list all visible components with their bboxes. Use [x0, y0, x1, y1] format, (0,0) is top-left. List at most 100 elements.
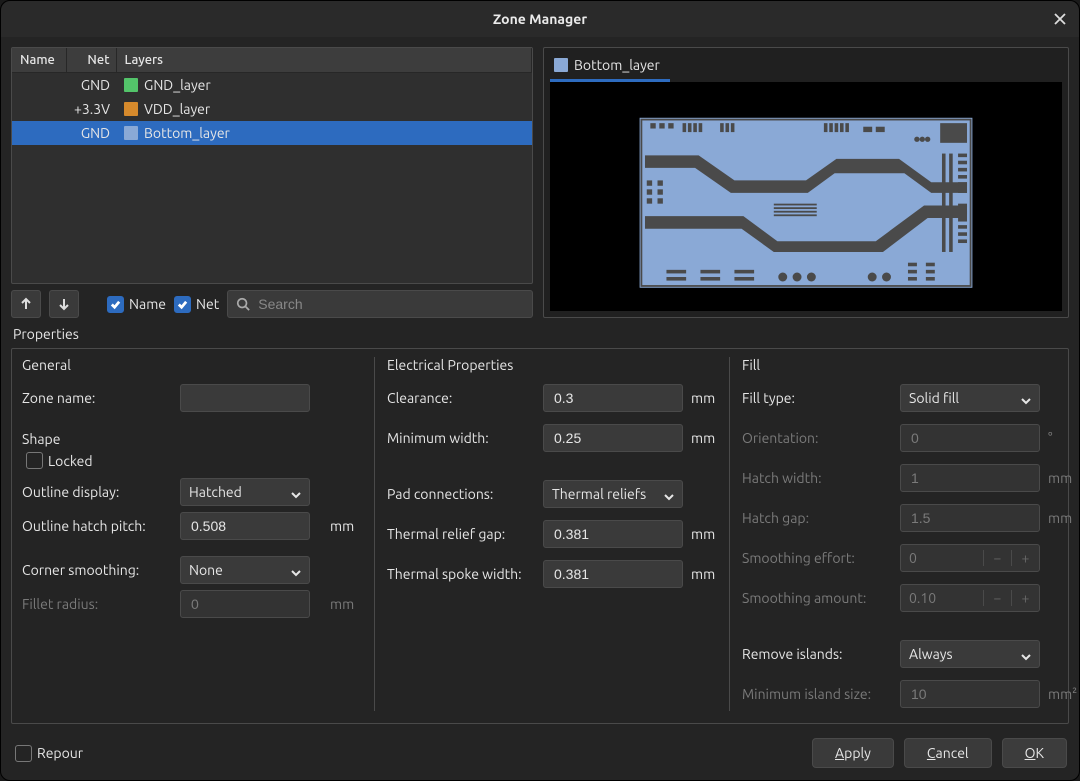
general-heading: General	[22, 357, 362, 375]
layer-swatch-icon	[124, 126, 138, 140]
ok-button[interactable]: OK	[1002, 738, 1067, 768]
layer-name: Bottom_layer	[144, 125, 230, 141]
zone-table[interactable]: Name Net Layers GNDGND_layer+3.3V VDD_lay…	[11, 47, 533, 284]
properties-panel: General Zone name: Shape Locked Outline …	[11, 348, 1069, 724]
filter-net-checkbox[interactable]: Net	[174, 296, 219, 313]
unit-mm: mm	[330, 596, 362, 612]
clearance-label: Clearance:	[387, 390, 535, 406]
layer-swatch-icon	[554, 58, 568, 72]
unit-mm: mm	[691, 566, 723, 582]
outline-display-label: Outline display:	[22, 484, 172, 500]
unit-mm: mm	[1048, 470, 1079, 486]
separator	[374, 357, 375, 711]
chevron-down-icon	[291, 487, 301, 497]
smoothing-effort-spinner: 0 − +	[900, 544, 1040, 572]
corner-smoothing-label: Corner smoothing:	[22, 562, 172, 578]
col-header-layers[interactable]: Layers	[116, 48, 531, 73]
smoothing-amount-label: Smoothing amount:	[742, 590, 892, 606]
thermal-relief-gap-input[interactable]	[543, 520, 683, 548]
filter-name-checkbox[interactable]: Name	[107, 296, 166, 313]
hatch-gap-input	[900, 504, 1040, 532]
zone-manager-window: Zone Manager Name Net Layers GNDGND_laye…	[0, 0, 1080, 781]
table-row[interactable]: +3.3V VDD_layer	[12, 97, 532, 121]
corner-smoothing-select[interactable]: None	[180, 556, 310, 584]
preview-tab[interactable]: Bottom_layer	[550, 52, 670, 82]
fillet-radius-input	[180, 590, 310, 618]
chevron-down-icon	[1021, 393, 1031, 403]
arrow-up-icon	[19, 297, 33, 311]
unit-mm: mm	[1048, 510, 1079, 526]
cell-name	[12, 121, 66, 145]
minus-icon: −	[983, 550, 1011, 566]
pad-connections-select[interactable]: Thermal reliefs	[543, 480, 683, 508]
layer-swatch-icon	[124, 78, 138, 92]
thermal-spoke-width-input[interactable]	[543, 560, 683, 588]
zone-list-controls: Name Net	[11, 290, 533, 318]
preview-tab-label: Bottom_layer	[574, 57, 660, 73]
filter-net-label: Net	[196, 296, 219, 312]
close-button[interactable]	[1047, 6, 1073, 32]
electrical-column: Electrical Properties Clearance: mm Mini…	[387, 357, 717, 711]
cell-layer: GND_layer	[116, 73, 531, 98]
separator	[729, 357, 730, 711]
move-down-button[interactable]	[49, 290, 79, 318]
cell-layer: Bottom_layer	[116, 121, 531, 145]
cell-name	[12, 97, 66, 121]
arrow-down-icon	[57, 297, 71, 311]
repour-checkbox[interactable]: Repour	[15, 745, 83, 762]
zone-list-panel: Name Net Layers GNDGND_layer+3.3V VDD_lay…	[11, 47, 533, 318]
titlebar: Zone Manager	[1, 1, 1079, 37]
unit-mm: mm	[691, 390, 723, 406]
clearance-input[interactable]	[543, 384, 683, 412]
properties-heading: Properties	[11, 324, 1069, 342]
close-icon	[1053, 12, 1067, 26]
cell-name	[12, 73, 66, 98]
shape-heading: Shape	[22, 431, 362, 449]
unit-deg: °	[1048, 430, 1079, 446]
unit-mm: mm	[691, 430, 723, 446]
table-row[interactable]: GND Bottom_layer	[12, 121, 532, 145]
orientation-input	[900, 424, 1040, 452]
cell-net: +3.3V	[66, 97, 116, 121]
cancel-button[interactable]: Cancel	[904, 738, 992, 768]
orientation-label: Orientation:	[742, 430, 892, 446]
preview-panel: Bottom_layer	[543, 47, 1069, 318]
min-width-input[interactable]	[543, 424, 683, 452]
apply-button[interactable]: Apply	[812, 738, 894, 768]
col-header-name[interactable]: Name	[12, 48, 66, 73]
fillet-radius-label: Fillet radius:	[22, 596, 172, 612]
checkbox-icon	[107, 296, 124, 313]
zone-name-input[interactable]	[180, 384, 310, 412]
fill-type-select[interactable]: Solid fill	[900, 384, 1040, 412]
locked-checkbox[interactable]: Locked	[26, 452, 362, 469]
chevron-down-icon	[664, 489, 674, 499]
pcb-preview-canvas[interactable]	[550, 82, 1062, 311]
unit-mm: mm	[691, 526, 723, 542]
search-input[interactable]	[227, 290, 533, 318]
checkbox-icon	[15, 745, 32, 762]
zone-name-label: Zone name:	[22, 390, 172, 406]
fill-column: Fill Fill type: Solid fill Orientation: …	[742, 357, 1079, 711]
min-island-size-input	[900, 680, 1040, 708]
layer-name: VDD_layer	[144, 101, 210, 117]
fill-type-label: Fill type:	[742, 390, 892, 406]
move-up-button[interactable]	[11, 290, 41, 318]
cell-net: GND	[66, 121, 116, 145]
pad-connections-label: Pad connections:	[387, 486, 535, 502]
hatch-width-input	[900, 464, 1040, 492]
outline-hatch-pitch-input[interactable]	[180, 512, 310, 540]
remove-islands-label: Remove islands:	[742, 646, 892, 662]
chevron-down-icon	[291, 565, 301, 575]
checkbox-icon	[26, 452, 43, 469]
minus-icon: −	[983, 590, 1011, 606]
remove-islands-select[interactable]: Always	[900, 640, 1040, 668]
col-header-net[interactable]: Net	[66, 48, 116, 73]
outline-display-select[interactable]: Hatched	[180, 478, 310, 506]
filter-name-label: Name	[129, 296, 166, 312]
thermal-relief-gap-label: Thermal relief gap:	[387, 526, 535, 542]
dialog-footer: Repour Apply Cancel OK	[1, 730, 1079, 780]
outline-hatch-pitch-label: Outline hatch pitch:	[22, 518, 172, 534]
table-row[interactable]: GNDGND_layer	[12, 73, 532, 98]
plus-icon: +	[1011, 590, 1039, 606]
electrical-heading: Electrical Properties	[387, 357, 717, 375]
